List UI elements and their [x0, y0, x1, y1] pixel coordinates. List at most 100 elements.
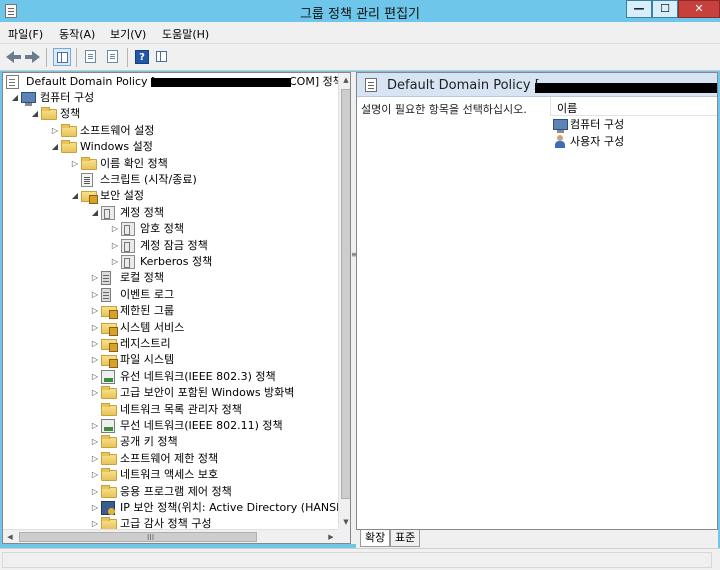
column-header-label: 이름 — [557, 102, 578, 115]
folder-icon — [81, 156, 97, 170]
collapse-arrow-icon[interactable]: ◢ — [71, 188, 79, 204]
tree-vertical-scrollbar[interactable]: ▲ ▼ — [338, 73, 350, 529]
folder-icon — [101, 451, 117, 465]
forward-button[interactable] — [23, 48, 41, 66]
redacted-text — [535, 83, 717, 93]
tree-item-label: 이벤트 로그 — [120, 287, 175, 301]
expand-arrow-icon[interactable]: ▷ — [91, 369, 99, 385]
expand-arrow-icon[interactable]: ▷ — [91, 303, 99, 319]
collapse-arrow-icon[interactable]: ◢ — [51, 139, 59, 155]
minimize-button[interactable]: — — [626, 0, 652, 18]
title-bar: 그룹 정책 관리 편집기 — ☐ ✕ — [0, 0, 720, 22]
menu-action[interactable]: 동작(A) — [59, 26, 95, 42]
tree-root-label: Default Domain Policy [ — [26, 75, 156, 88]
tab-standard[interactable]: 표준 — [390, 530, 421, 547]
collapse-arrow-icon[interactable]: ◢ — [31, 106, 39, 122]
expand-arrow-icon[interactable]: ▷ — [91, 385, 99, 401]
expand-arrow-icon[interactable]: ▷ — [91, 500, 99, 516]
tree-item-label: 소프트웨어 설정 — [80, 123, 155, 137]
scrollbar-corner — [338, 529, 350, 543]
account-policy-icon — [101, 205, 115, 220]
menu-help[interactable]: 도움말(H) — [162, 26, 209, 42]
tree-pane[interactable]: Default Domain Policy [ COM] 정책 ◢ 컴퓨터 구성 ◢… — [2, 72, 351, 544]
column-header-name[interactable]: 이름 — [550, 97, 717, 116]
expand-arrow-icon[interactable]: ▷ — [111, 254, 119, 270]
scroll-thumb[interactable] — [341, 89, 350, 499]
expand-arrow-icon[interactable]: ▷ — [91, 320, 99, 336]
menu-file[interactable]: 파일(F) — [8, 26, 43, 42]
secure-folder-icon — [101, 339, 118, 352]
expand-arrow-icon[interactable]: ▷ — [91, 352, 99, 368]
tree-item-label: 보안 설정 — [100, 189, 144, 203]
scroll-down-arrow-icon[interactable]: ▼ — [339, 515, 350, 529]
expand-arrow-icon[interactable]: ▷ — [71, 156, 79, 172]
menu-bar: 파일(F) 동작(A) 보기(V) 도움말(H) — [0, 22, 720, 44]
expand-arrow-icon[interactable]: ▷ — [91, 434, 99, 450]
export-list-button[interactable] — [104, 48, 122, 66]
policy-icon — [6, 75, 19, 89]
properties-button[interactable] — [82, 48, 100, 66]
details-title: Default Domain Policy [ — [387, 78, 540, 93]
scroll-grip-icon: III — [147, 533, 155, 542]
wireless-network-icon — [101, 419, 115, 433]
expand-arrow-icon[interactable]: ▷ — [91, 451, 99, 467]
show-hide-tree-button[interactable] — [53, 48, 71, 66]
user-icon — [553, 135, 567, 149]
tree-root-suffix: COM] 정책 — [289, 75, 343, 88]
expand-arrow-icon[interactable]: ▷ — [91, 418, 99, 434]
scroll-up-arrow-icon[interactable]: ▲ — [339, 73, 350, 87]
collapse-arrow-icon[interactable]: ◢ — [91, 205, 99, 221]
tree-item-label: 계정 잠금 정책 — [140, 238, 208, 252]
tree-item-label: Kerberos 정책 — [140, 255, 213, 268]
scroll-right-arrow-icon[interactable]: ▶ — [324, 530, 338, 543]
expand-arrow-icon[interactable]: ▷ — [51, 123, 59, 139]
expand-arrow-icon[interactable]: ▷ — [91, 287, 99, 303]
collapse-arrow-icon[interactable]: ◢ — [11, 90, 19, 106]
folder-icon — [101, 402, 117, 416]
view-tabs: 확장 표준 — [356, 530, 718, 548]
expand-arrow-icon[interactable]: ▷ — [91, 270, 99, 286]
expand-arrow-icon[interactable]: ▷ — [91, 467, 99, 483]
tree-item-label: 공개 키 정책 — [120, 435, 178, 449]
details-pane[interactable]: Default Domain Policy [ 설명이 필요한 항목을 선택하십… — [356, 72, 718, 530]
help-button[interactable]: ? — [133, 48, 151, 66]
expand-arrow-icon[interactable]: ▷ — [111, 238, 119, 254]
toolbar-separator — [46, 48, 47, 67]
scroll-thumb[interactable]: III — [19, 532, 257, 542]
tree-root[interactable]: Default Domain Policy [ COM] 정책 — [6, 74, 346, 90]
tree-item-label: 무선 네트워크(IEEE 802.11) 정책 — [120, 419, 283, 432]
tree-item-label: 로컬 정책 — [120, 271, 164, 285]
account-policy-icon — [121, 255, 135, 269]
account-policy-icon — [121, 222, 135, 237]
server-icon — [101, 287, 111, 302]
tree-item-label: 고급 보안이 포함된 Windows 방화벽 — [120, 386, 295, 400]
help-icon: ? — [135, 50, 149, 64]
tree-item-label: 컴퓨터 구성 — [40, 91, 95, 104]
expand-arrow-icon[interactable]: ▷ — [91, 484, 99, 500]
tree-item-label: 네트워크 목록 관리자 정책 — [120, 402, 242, 416]
secure-folder-icon — [101, 306, 118, 320]
security-settings-icon — [81, 191, 98, 205]
tree-item-label: 스크립트 (시작/종료) — [100, 173, 197, 186]
window-title: 그룹 정책 관리 편집기 — [299, 7, 421, 22]
wired-network-icon — [101, 369, 115, 384]
scroll-left-arrow-icon[interactable]: ◀ — [3, 530, 17, 543]
tree-item-label: 정책 — [60, 107, 81, 121]
redacted-text — [151, 78, 291, 87]
expand-arrow-icon[interactable]: ▷ — [91, 336, 99, 352]
close-button[interactable]: ✕ — [678, 0, 720, 18]
tree-horizontal-scrollbar[interactable]: ◀ III ▶ — [3, 529, 338, 543]
tab-extended[interactable]: 확장 — [360, 530, 391, 547]
back-button[interactable] — [5, 48, 23, 66]
computer-icon — [21, 92, 36, 106]
maximize-button[interactable]: ☐ — [652, 0, 678, 18]
menu-view[interactable]: 보기(V) — [110, 26, 146, 42]
expand-arrow-icon[interactable]: ▷ — [111, 221, 119, 237]
policy-icon — [365, 78, 377, 92]
folder-icon — [61, 140, 77, 154]
details-header: Default Domain Policy [ — [357, 73, 717, 97]
expand-arrow-icon — [71, 172, 79, 188]
show-pane-button[interactable] — [153, 48, 171, 66]
status-segment — [2, 552, 712, 568]
server-icon — [101, 271, 111, 286]
